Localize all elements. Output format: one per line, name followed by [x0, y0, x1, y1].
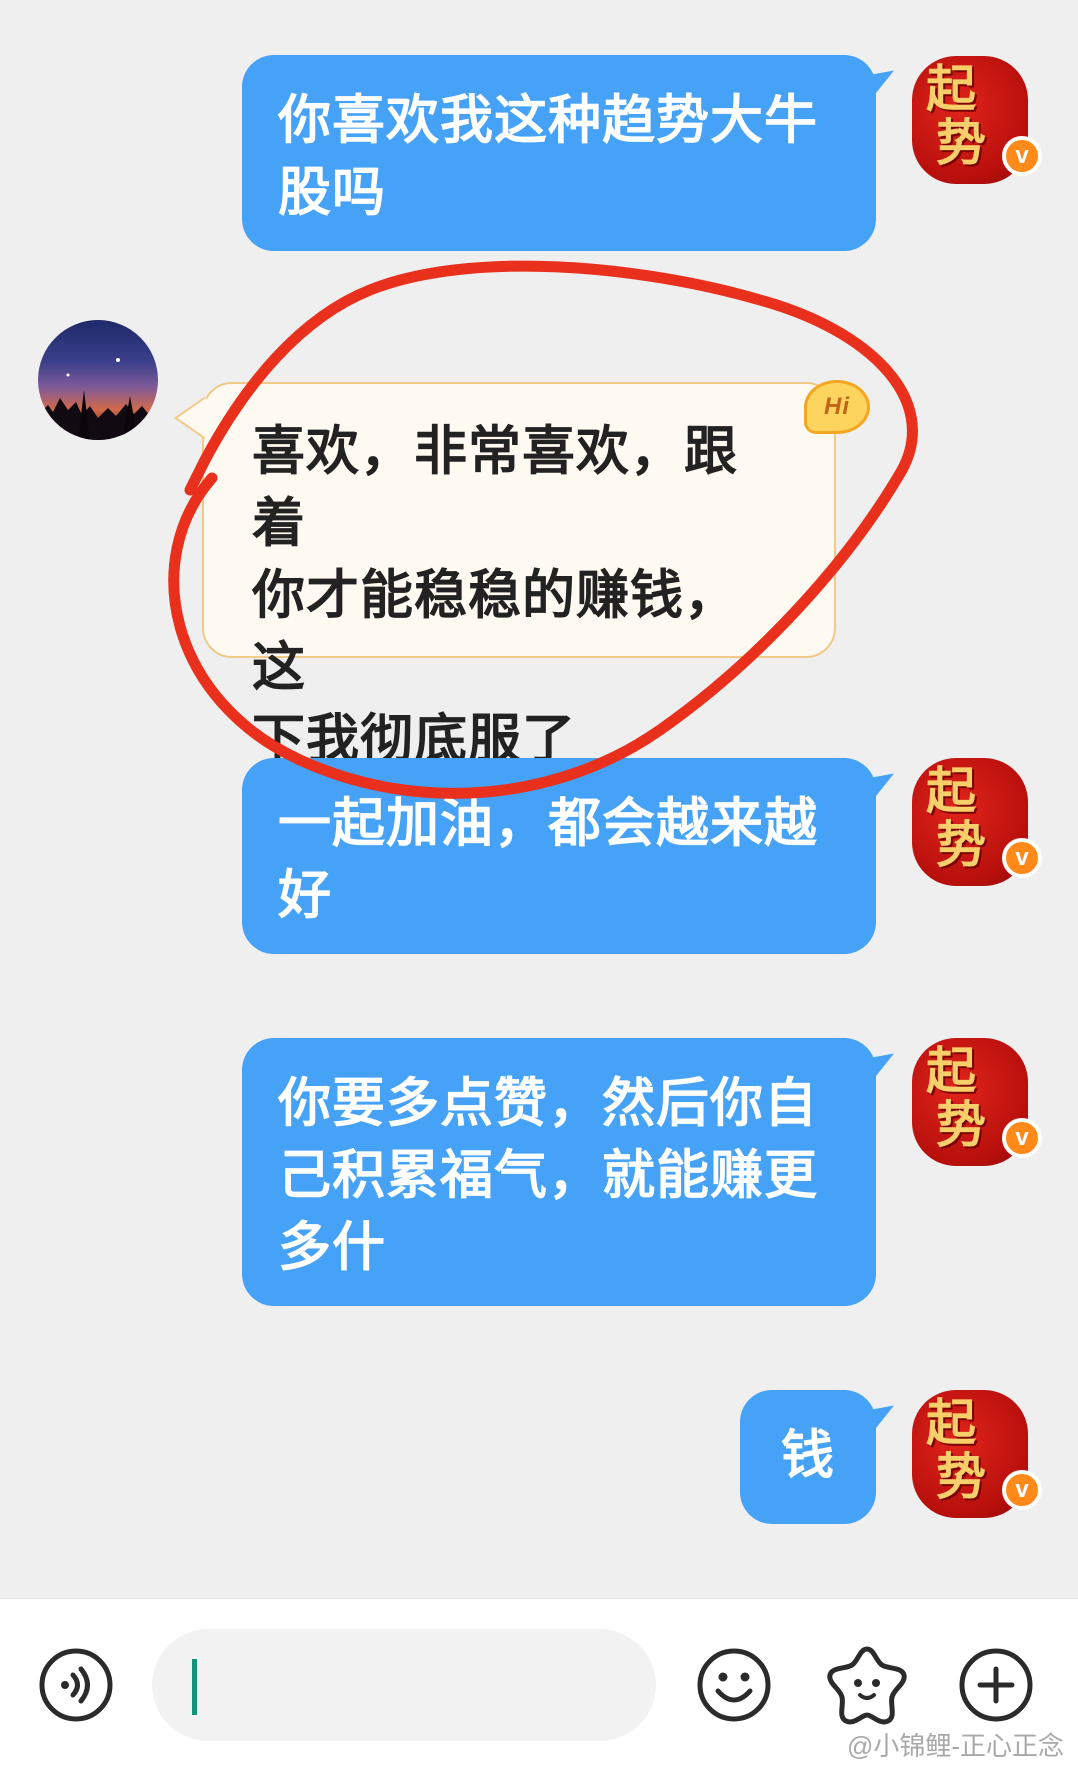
sticker-icon[interactable]: [826, 1643, 908, 1725]
outgoing-message[interactable]: 钱: [740, 1390, 876, 1524]
input-bar: @小锦鲤-正心正念: [0, 1598, 1078, 1771]
verified-badge-icon: v: [1002, 1470, 1042, 1510]
sunset-trees-icon: [38, 358, 158, 440]
outgoing-message[interactable]: 你喜欢我这种趋势大牛 股吗: [242, 55, 876, 251]
brand-avatar[interactable]: 起 势 v: [912, 1390, 1042, 1518]
message-line: 一起加油，都会越来越: [278, 793, 818, 854]
verified-badge-icon: v: [1002, 1118, 1042, 1158]
message-line: 钱: [781, 1425, 835, 1486]
message-input[interactable]: [152, 1629, 656, 1741]
avatar-glyph: 起: [926, 1041, 976, 1100]
brand-avatar[interactable]: 起 势 v: [912, 1038, 1042, 1166]
message-line: 己积累福气，就能赚更: [278, 1145, 818, 1206]
plus-icon[interactable]: [958, 1647, 1034, 1723]
avatar-glyph: 起: [926, 1393, 976, 1452]
message-line: 多什: [278, 1217, 386, 1278]
message-line: 喜欢，非常喜欢，跟着: [252, 421, 738, 554]
verified-badge-icon: v: [1002, 838, 1042, 878]
emoji-icon[interactable]: [696, 1647, 772, 1723]
incoming-message[interactable]: 喜欢，非常喜欢，跟着 你才能稳稳的赚钱，这 下我彻底服了 Hi: [202, 380, 870, 770]
message-line: 股吗: [278, 162, 386, 223]
outgoing-message[interactable]: 一起加油，都会越来越 好: [242, 758, 876, 954]
message-line: 你才能稳稳的赚钱，这: [252, 565, 738, 698]
avatar-glyph: 势: [936, 815, 986, 874]
watermark: @小锦鲤-正心正念: [846, 1731, 1064, 1761]
message-line: 你要多点赞，然后你自: [278, 1073, 818, 1134]
avatar-glyph: 势: [936, 1095, 986, 1154]
avatar-glyph: 势: [936, 1447, 986, 1506]
outgoing-message[interactable]: 你要多点赞，然后你自 己积累福气，就能赚更 多什: [242, 1038, 876, 1306]
text-caret: [192, 1659, 197, 1715]
avatar-glyph: 势: [936, 113, 986, 172]
message-line: 你喜欢我这种趋势大牛: [278, 90, 818, 151]
user-avatar[interactable]: [38, 320, 158, 440]
brand-avatar[interactable]: 起 势 v: [912, 56, 1042, 184]
message-line: 好: [278, 865, 332, 926]
hi-badge-icon: Hi: [804, 380, 870, 434]
brand-avatar[interactable]: 起 势 v: [912, 758, 1042, 886]
verified-badge-icon: v: [1002, 136, 1042, 176]
avatar-glyph: 起: [926, 761, 976, 820]
voice-icon[interactable]: [38, 1647, 114, 1723]
avatar-glyph: 起: [926, 59, 976, 118]
chat-area: 你喜欢我这种趋势大牛 股吗 起 势 v 喜欢，非常喜欢，跟着 你才能稳稳的赚钱，…: [0, 0, 1078, 1598]
